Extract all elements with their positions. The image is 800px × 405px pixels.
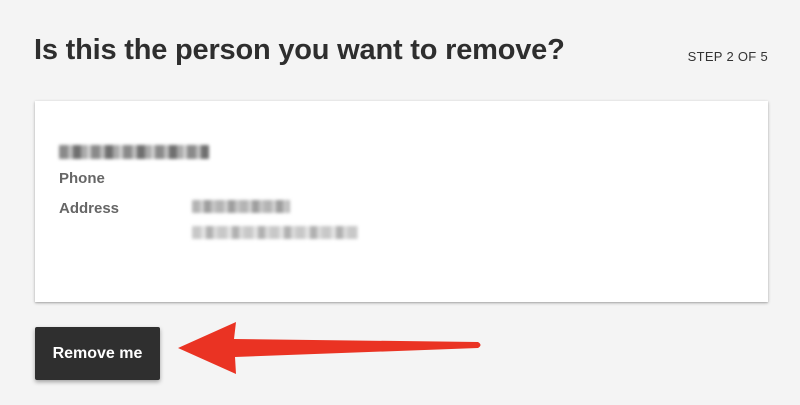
redacted-name (59, 145, 209, 159)
record-card: Phone Address (35, 101, 768, 302)
phone-label: Phone (59, 170, 105, 187)
address-label: Address (59, 200, 120, 217)
redacted-address-line-1 (192, 200, 290, 213)
step-indicator: STEP 2 OF 5 (687, 49, 768, 64)
remove-me-button[interactable]: Remove me (35, 327, 160, 380)
redacted-address-line-2 (192, 226, 358, 239)
page-title: Is this the person you want to remove? (34, 34, 565, 66)
annotation-arrow-icon (178, 322, 481, 374)
